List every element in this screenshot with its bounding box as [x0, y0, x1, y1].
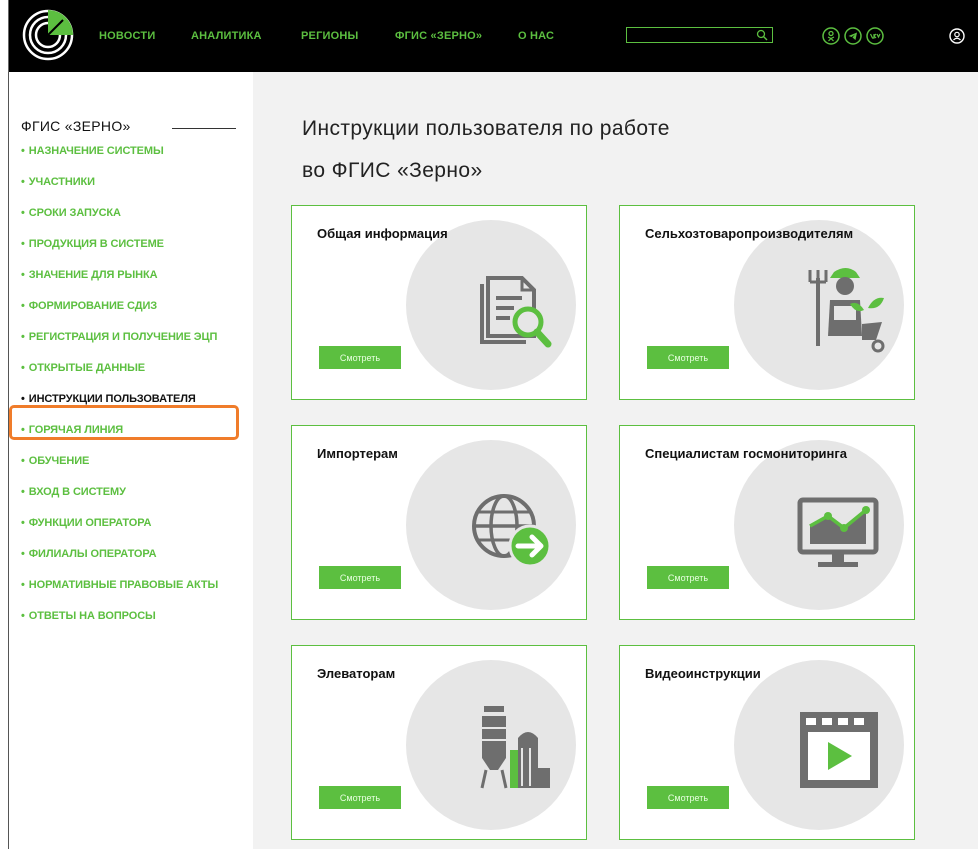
globe-arrow-icon [472, 494, 552, 568]
sidebar-item-operator-functions[interactable]: • ФУНКЦИИ ОПЕРАТОРА [21, 517, 218, 548]
card-title: Элеваторам [317, 666, 396, 681]
card-title: Специалистам госмониторинга [645, 446, 848, 461]
sidebar-title: ФГИС «ЗЕРНО» [21, 118, 131, 134]
sidebar-item-purpose[interactable]: • НАЗНАЧЕНИЕ СИСТЕМЫ [21, 145, 218, 176]
view-button[interactable]: Смотреть [319, 566, 401, 589]
card-monitoring-specialists: Специалистам госмониторинга Смотреть [619, 425, 915, 620]
hotline-highlight-box [9, 405, 239, 440]
user-icon[interactable] [949, 28, 965, 44]
nav-regions[interactable]: РЕГИОНЫ [301, 30, 359, 42]
card-elevators: Элеваторам Смотреть [291, 645, 587, 840]
sidebar-item-legal-acts[interactable]: • НОРМАТИВНЫЕ ПРАВОВЫЕ АКТЫ [21, 579, 218, 610]
sidebar-title-divider [172, 128, 236, 129]
view-button[interactable]: Смотреть [319, 786, 401, 809]
card-video-instructions: Видеоинструкции Смотреть [619, 645, 915, 840]
nav-analytics[interactable]: АНАЛИТИКА [191, 30, 262, 42]
sidebar-item-launch-dates[interactable]: • СРОКИ ЗАПУСКА [21, 207, 218, 238]
sidebar-item-login[interactable]: • ВХОД В СИСТЕМУ [21, 486, 218, 517]
video-play-icon [800, 712, 878, 788]
nav-about[interactable]: О НАС [518, 30, 554, 42]
search-box [626, 27, 773, 45]
elevator-silo-icon [480, 706, 550, 789]
search-input[interactable] [627, 31, 752, 45]
card-general-info: Общая информация Смотреть [291, 205, 587, 400]
card-farmers: Сельхозтоваропроизводителям Смотреть [619, 205, 915, 400]
sidebar-item-open-data[interactable]: • ОТКРЫТЫЕ ДАННЫЕ [21, 362, 218, 393]
search-icon[interactable] [756, 29, 768, 41]
monitor-chart-icon [797, 497, 879, 567]
card-title: Импортерам [317, 446, 398, 461]
view-button[interactable]: Смотреть [647, 346, 729, 369]
vk-icon[interactable] [866, 27, 884, 45]
sidebar-item-operator-branches[interactable]: • ФИЛИАЛЫ ОПЕРАТОРА [21, 548, 218, 579]
top-navigation-bar: НОВОСТИ АНАЛИТИКА РЕГИОНЫ ФГИС «ЗЕРНО» О… [8, 0, 978, 72]
sidebar-item-registration[interactable]: • РЕГИСТРАЦИЯ И ПОЛУЧЕНИЕ ЭЦП [21, 331, 218, 362]
page-title: Инструкции пользователя по работе во ФГИ… [302, 117, 670, 182]
sidebar-item-market-value[interactable]: • ЗНАЧЕНИЕ ДЛЯ РЫНКА [21, 269, 218, 300]
sidebar-item-faq[interactable]: • ОТВЕТЫ НА ВОПРОСЫ [21, 610, 218, 641]
sidebar-item-training[interactable]: • ОБУЧЕНИЕ [21, 455, 218, 486]
view-button[interactable]: Смотреть [319, 346, 401, 369]
telegram-icon[interactable] [844, 27, 862, 45]
card-title: Видеоинструкции [645, 666, 761, 681]
document-search-icon [480, 276, 552, 348]
logo-icon[interactable] [21, 8, 75, 62]
farmer-icon [808, 268, 885, 353]
sidebar-item-participants[interactable]: • УЧАСТНИКИ [21, 176, 218, 207]
sidebar-item-sdiz[interactable]: • ФОРМИРОВАНИЕ СДИЗ [21, 300, 218, 331]
sidebar-menu: • НАЗНАЧЕНИЕ СИСТЕМЫ • УЧАСТНИКИ • СРОКИ ЗА… [21, 145, 218, 641]
nav-news[interactable]: НОВОСТИ [99, 30, 155, 42]
view-button[interactable]: Смотреть [647, 786, 729, 809]
view-button[interactable]: Смотреть [647, 566, 729, 589]
sidebar-item-products[interactable]: • ПРОДУКЦИЯ В СИСТЕМЕ [21, 238, 218, 269]
card-importers: Импортерам Смотреть [291, 425, 587, 620]
card-title: Общая информация [317, 226, 448, 241]
nav-fgis[interactable]: ФГИС «ЗЕРНО» [395, 30, 482, 42]
card-title: Сельхозтоваропроизводителям [645, 226, 854, 241]
odnoklassniki-icon[interactable] [822, 27, 840, 45]
